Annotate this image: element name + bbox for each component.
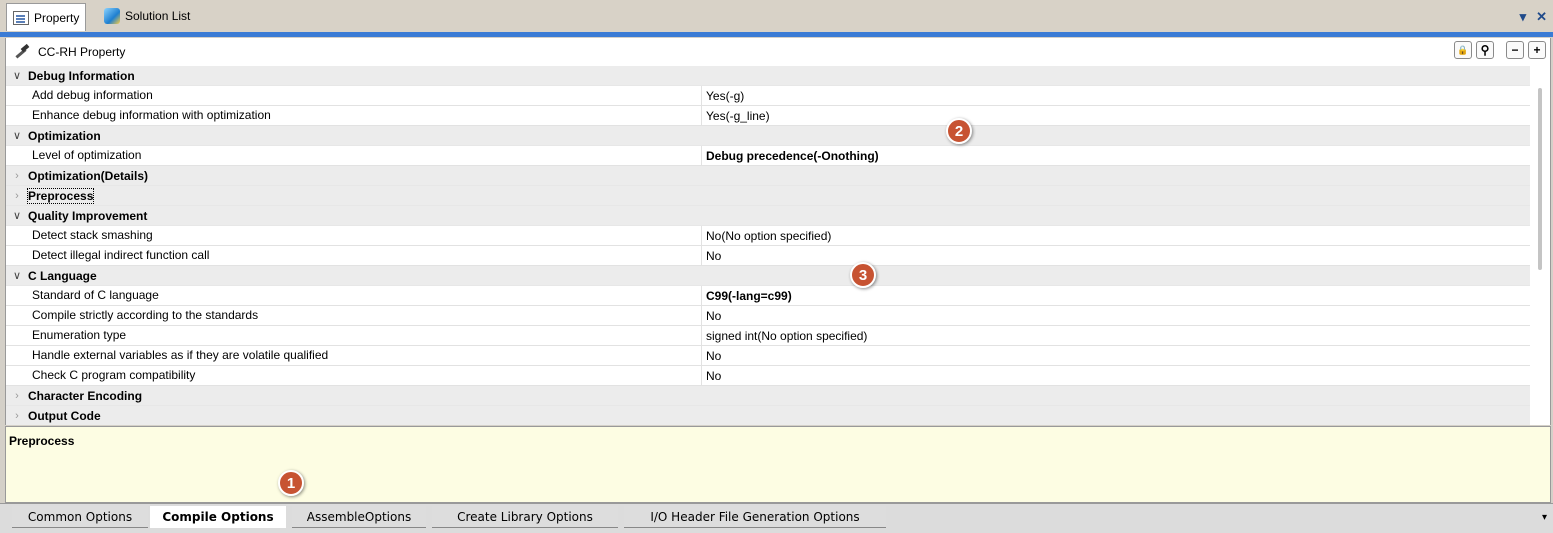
property-value[interactable]: C99(-lang=c99) xyxy=(702,289,792,303)
category-row[interactable]: ∨ C Language xyxy=(6,266,1530,286)
category-label: Optimization xyxy=(28,128,101,143)
property-row[interactable]: Enhance debug information with optimizat… xyxy=(6,106,1530,126)
property-name: Detect illegal indirect function call xyxy=(6,246,702,265)
tab-assemble-options[interactable]: AssembleOptions xyxy=(292,506,426,528)
search-button[interactable]: ⚲ xyxy=(1476,41,1494,59)
dropdown-icon[interactable]: ▾ xyxy=(1520,9,1527,25)
property-row[interactable]: Level of optimization Debug precedence(-O… xyxy=(6,146,1530,166)
category-row[interactable]: › Preprocess xyxy=(6,186,1530,206)
category-label: Quality Improvement xyxy=(28,208,148,223)
document-tab-strip: Property Solution List ▾ ✕ xyxy=(0,0,1553,32)
scrollbar-thumb[interactable] xyxy=(1538,88,1542,270)
plus-icon: + xyxy=(1533,43,1541,57)
chevron-down-icon[interactable]: ∨ xyxy=(6,209,28,222)
tab-property[interactable]: Property xyxy=(6,3,87,31)
tab-solution-list[interactable]: Solution List xyxy=(98,4,196,28)
property-value[interactable]: Yes(-g_line) xyxy=(702,109,770,123)
category-label: Character Encoding xyxy=(28,388,143,403)
property-value[interactable]: No(No option specified) xyxy=(702,229,831,243)
collapse-all-button[interactable]: − xyxy=(1506,41,1524,59)
property-name: Level of optimization xyxy=(6,146,702,165)
search-icon: ⚲ xyxy=(1480,43,1490,57)
window-controls: ▾ ✕ xyxy=(1520,9,1547,25)
tab-solution-list-label: Solution List xyxy=(125,9,191,23)
category-label: Output Code xyxy=(28,408,101,423)
callout-badge: 3 xyxy=(850,262,876,288)
property-name: Check C program compatibility xyxy=(6,366,702,385)
tab-compile-options[interactable]: Compile Options xyxy=(150,506,286,528)
solution-list-icon xyxy=(104,8,120,24)
hammer-icon xyxy=(14,45,30,59)
category-label: Debug Information xyxy=(28,68,135,83)
tab-list-dropdown-icon[interactable]: ▾ xyxy=(1542,512,1547,523)
panel-toolbar: 🔒 ⚲ − + xyxy=(1454,41,1546,59)
property-name: Handle external variables as if they are… xyxy=(6,346,702,365)
close-icon[interactable]: ✕ xyxy=(1536,9,1547,25)
callout-badge: 1 xyxy=(278,470,304,496)
minus-icon: − xyxy=(1511,43,1519,57)
chevron-right-icon[interactable]: › xyxy=(6,190,28,202)
chevron-down-icon[interactable]: ∨ xyxy=(6,69,28,82)
property-value[interactable]: Yes(-g) xyxy=(702,89,744,103)
property-row[interactable]: Compile strictly according to the standa… xyxy=(6,306,1530,326)
chevron-right-icon[interactable]: › xyxy=(6,410,28,422)
property-name: Detect stack smashing xyxy=(6,226,702,245)
chevron-down-icon[interactable]: ∨ xyxy=(6,129,28,142)
property-name: Enumeration type xyxy=(6,326,702,345)
vertical-scrollbar[interactable] xyxy=(1530,66,1551,425)
accent-bar xyxy=(0,32,1553,37)
tab-common-options[interactable]: Common Options xyxy=(12,506,148,528)
property-row[interactable]: Standard of C language C99(-lang=c99) xyxy=(6,286,1530,306)
category-row[interactable]: › Optimization(Details) xyxy=(6,166,1530,186)
property-row[interactable]: Detect stack smashing No(No option specif… xyxy=(6,226,1530,246)
chevron-down-icon[interactable]: ∨ xyxy=(6,269,28,282)
property-value[interactable]: No xyxy=(702,249,721,263)
property-row[interactable]: Detect illegal indirect function call No xyxy=(6,246,1530,266)
category-row[interactable]: › Output Code xyxy=(6,406,1530,425)
property-value[interactable]: No xyxy=(702,349,721,363)
category-row[interactable]: ∨ Quality Improvement xyxy=(6,206,1530,226)
property-grid: ∨ Debug Information Add debug information Y… xyxy=(5,66,1530,425)
property-row[interactable]: Add debug information Yes(-g) xyxy=(6,86,1530,106)
property-name: Enhance debug information with optimizat… xyxy=(6,106,702,125)
chevron-right-icon[interactable]: › xyxy=(6,390,28,402)
property-name: Add debug information xyxy=(6,86,702,105)
category-label: C Language xyxy=(28,268,97,283)
property-value[interactable]: No xyxy=(702,309,721,323)
tab-create-library-options[interactable]: Create Library Options xyxy=(432,506,618,528)
property-name: Standard of C language xyxy=(6,286,702,305)
property-row[interactable]: Check C program compatibility No xyxy=(6,366,1530,386)
chevron-right-icon[interactable]: › xyxy=(6,170,28,182)
category-row[interactable]: › Character Encoding xyxy=(6,386,1530,406)
description-title: Preprocess xyxy=(9,434,75,448)
callout-badge: 2 xyxy=(946,118,972,144)
description-pane: Preprocess xyxy=(5,426,1551,503)
panel-title: CC-RH Property xyxy=(38,45,126,59)
category-label: Optimization(Details) xyxy=(28,168,149,183)
property-value[interactable]: signed int(No option specified) xyxy=(702,329,867,343)
lock-button[interactable]: 🔒 xyxy=(1454,41,1472,59)
tab-io-header-file-generation-options[interactable]: I/O Header File Generation Options xyxy=(624,506,886,528)
property-icon xyxy=(13,10,29,25)
property-value[interactable]: Debug precedence(-Onothing) xyxy=(702,149,879,163)
options-tab-strip: Common Options Compile Options AssembleO… xyxy=(0,503,1553,533)
property-row[interactable]: Handle external variables as if they are… xyxy=(6,346,1530,366)
category-label: Preprocess xyxy=(26,187,95,204)
tab-property-label: Property xyxy=(34,10,80,25)
panel-title-bar: CC-RH Property 🔒 ⚲ − + xyxy=(5,38,1551,66)
property-value[interactable]: No xyxy=(702,369,721,383)
category-row[interactable]: ∨ Optimization xyxy=(6,126,1530,146)
expand-all-button[interactable]: + xyxy=(1528,41,1546,59)
property-name: Compile strictly according to the standa… xyxy=(6,306,702,325)
property-row[interactable]: Enumeration type signed int(No option spe… xyxy=(6,326,1530,346)
category-row[interactable]: ∨ Debug Information xyxy=(6,66,1530,86)
lock-icon: 🔒 xyxy=(1457,44,1469,55)
